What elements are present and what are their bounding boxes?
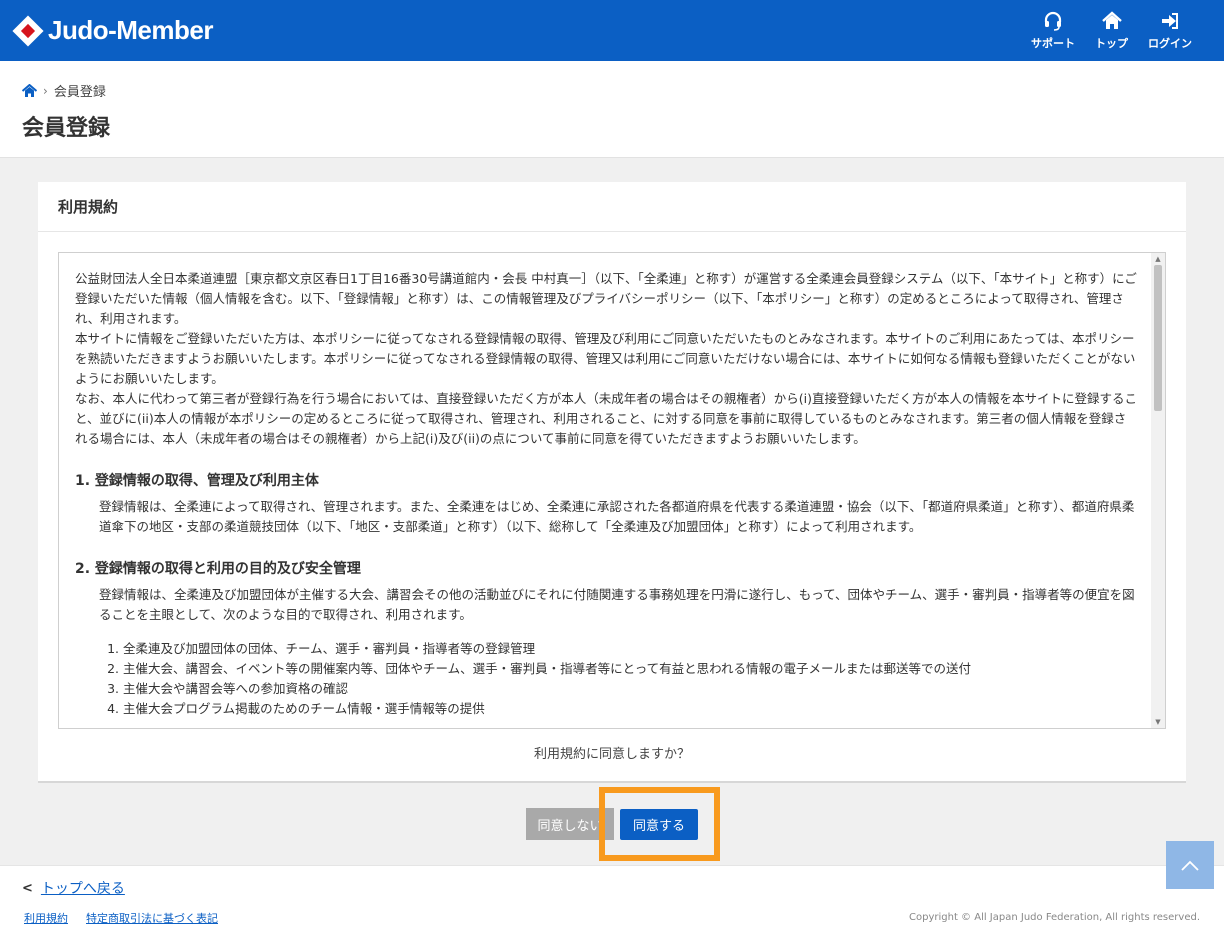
home-icon[interactable] xyxy=(22,83,37,98)
home-icon xyxy=(1101,10,1122,29)
scroll-up-icon[interactable]: ▲ xyxy=(1151,253,1165,265)
app-header: Judo-Member サポート トップ ログイン xyxy=(0,0,1224,61)
back-link-label: トップへ戻る xyxy=(40,881,125,897)
chevron-left-icon: < xyxy=(22,880,33,896)
section-body: 登録情報は、全柔連及び加盟団体が主催する大会、講習会その他の活動並びにそれに付随… xyxy=(99,587,1135,622)
breadcrumb-current: 会員登録 xyxy=(53,85,106,100)
terms-paragraph: 公益財団法人全日本柔道連盟［東京都文京区春日1丁目16番30号講道館内・会長 中… xyxy=(75,271,1137,326)
section-body: 登録情報は、全柔連によって取得され、管理されます。また、全柔連をはじめ、全柔連に… xyxy=(99,499,1135,534)
headset-icon xyxy=(1044,11,1062,31)
footer-links: 利用規約 特定商取引法に基づく表記 xyxy=(24,910,218,926)
scrollbar[interactable]: ▲ ▼ xyxy=(1151,253,1165,728)
nav-login[interactable]: ログイン xyxy=(1138,11,1202,51)
logo-text: Judo-Member xyxy=(48,15,213,45)
header-nav: サポート トップ ログイン xyxy=(1021,10,1202,51)
breadcrumb: › 会員登録 xyxy=(22,81,1202,100)
footer: < トップへ戻る 利用規約 特定商取引法に基づく表記 Copyright © A… xyxy=(0,865,1224,937)
copyright: Copyright © All Japan Judo Federation, A… xyxy=(909,912,1200,923)
list-item: 主催大会、講習会、イベント等の開催案内等、団体やチーム、選手・審判員・指導者等に… xyxy=(123,659,1137,679)
nav-login-label: ログイン xyxy=(1148,36,1192,50)
list-item: 主催大会や講習会等への参加資格の確認 xyxy=(123,679,1137,699)
terms-card: 利用規約 公益財団法人全日本柔道連盟［東京都文京区春日1丁目16番30号講道館内… xyxy=(38,182,1186,783)
page-title: 会員登録 xyxy=(22,116,111,141)
scroll-thumb[interactable] xyxy=(1154,265,1162,411)
agree-question: 利用規約に同意しますか？ xyxy=(533,747,690,762)
card-title: 利用規約 xyxy=(38,182,1186,232)
footer-link-commerce[interactable]: 特定商取引法に基づく表記 xyxy=(86,910,218,926)
logo[interactable]: Judo-Member xyxy=(12,14,213,47)
login-icon xyxy=(1162,12,1178,29)
logo-mark-icon xyxy=(12,14,44,47)
terms-scroll-box[interactable]: 公益財団法人全日本柔道連盟［東京都文京区春日1丁目16番30号講道館内・会長 中… xyxy=(58,252,1166,729)
nav-top[interactable]: トップ xyxy=(1085,10,1138,51)
list-item: 主催大会プログラム掲載のためのチーム情報・選手情報等の提供 xyxy=(123,699,1137,719)
scroll-to-top-button[interactable] xyxy=(1166,841,1214,889)
scroll-down-icon[interactable]: ▼ xyxy=(1151,716,1165,728)
terms-paragraph: なお、本人に代わって第三者が登録行為を行う場合においては、直接登録いただく方が本… xyxy=(75,391,1137,446)
section-heading: 2. 登録情報の取得と利用の目的及び安全管理 xyxy=(75,561,361,577)
section-heading: 1. 登録情報の取得、管理及び利用主体 xyxy=(75,473,319,489)
nav-support-label: サポート xyxy=(1031,36,1075,50)
title-bar: › 会員登録 会員登録 xyxy=(0,61,1224,158)
chevron-right-icon: › xyxy=(43,83,48,98)
agree-button[interactable]: 同意する xyxy=(620,809,698,840)
nav-support[interactable]: サポート xyxy=(1021,11,1085,51)
purpose-list: 全柔連及び加盟団体の団体、チーム、選手・審判員・指導者等の登録管理 主催大会、講… xyxy=(75,639,1137,719)
nav-top-label: トップ xyxy=(1095,36,1128,50)
footer-link-terms[interactable]: 利用規約 xyxy=(24,910,68,926)
terms-content: 公益財団法人全日本柔道連盟［東京都文京区春日1丁目16番30号講道館内・会長 中… xyxy=(75,269,1137,719)
terms-paragraph: 本サイトに情報をご登録いただいた方は、本ポリシーに従ってなされる登録情報の取得、… xyxy=(75,331,1136,386)
list-item: 全柔連及び加盟団体の団体、チーム、選手・審判員・指導者等の登録管理 xyxy=(123,639,1137,659)
back-to-top-link[interactable]: < トップへ戻る xyxy=(22,878,125,898)
chevron-up-icon xyxy=(1181,860,1199,871)
